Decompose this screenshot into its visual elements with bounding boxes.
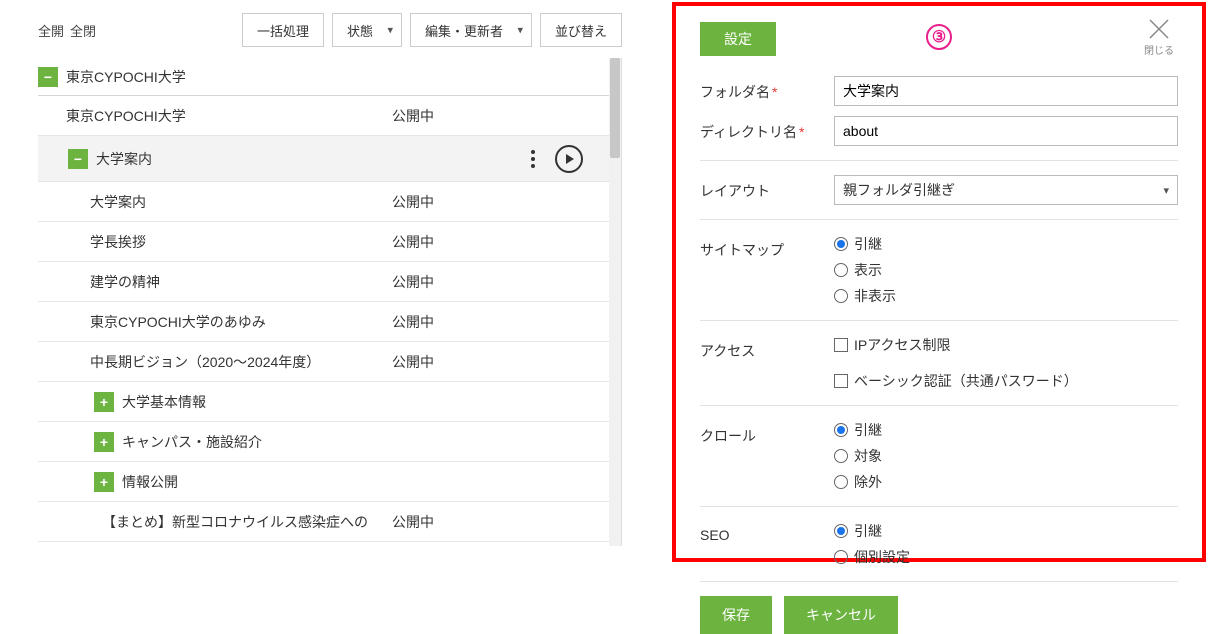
directory-name-label: ディレクトリ名* [700,116,834,142]
tree-item[interactable]: 大学基本情報 [38,382,609,422]
save-button[interactable]: 保存 [700,596,772,634]
tree-item-label: 中長期ビジョン（2020～2024年度） [82,352,320,372]
tree-toolbar: 全開 全閉 一括処理 状態 編集・更新者 並び替え [38,2,622,58]
tree-item-label: 大学案内 [82,192,146,212]
checkbox-icon [834,374,848,388]
status-label: 公開中 [392,352,434,372]
bulk-dropdown[interactable]: 一括処理 [242,13,324,47]
tree-item-label: 東京CYPOCHI大学 [58,106,186,126]
radio-icon [834,237,848,251]
tree-item[interactable]: 【まとめ】新型コロナウイルス感染症への 公開中 [38,502,609,542]
collapse-all[interactable]: 全閉 [70,21,96,40]
page-tree[interactable]: 東京CYPOCHI大学 東京CYPOCHI大学 公開中 大学案内 大学案内 [38,58,621,546]
step-badge: ③ [926,24,952,50]
expand-icon[interactable] [94,472,114,492]
tree-item-label: キャンパス・施設紹介 [114,432,262,452]
radio-icon [834,475,848,489]
more-icon[interactable] [531,150,535,168]
radio-icon [834,263,848,277]
status-label: 公開中 [392,312,434,332]
tree-item[interactable]: 東京CYPOCHI大学 公開中 [38,96,609,136]
tree-pane: 全開 全閉 一括処理 状態 編集・更新者 並び替え 東京CYPOCHI大学 東京… [0,2,642,546]
tree-item[interactable]: 情報公開 [38,462,609,502]
directory-name-input[interactable] [834,116,1178,146]
seo-custom[interactable]: 個別設定 [834,547,1178,567]
status-dropdown[interactable]: 状態 [332,13,402,47]
sitemap-inherit[interactable]: 引継 [834,234,1178,254]
tree-item-label: 東京CYPOCHI大学 [58,67,186,87]
tree-item-label: 建学の精神 [82,272,160,292]
tree-item-label: 情報公開 [114,472,178,492]
expand-icon[interactable] [94,432,114,452]
crawl-label: クロール [700,420,834,446]
collapse-icon[interactable] [68,149,88,169]
access-basic-checkbox[interactable]: ベーシック認証（共通パスワード） [834,371,1178,391]
settings-tab[interactable]: 設定 [700,22,776,56]
radio-icon [834,524,848,538]
scrollbar-track[interactable] [609,58,621,546]
layout-select[interactable]: 親フォルダ引継ぎ [834,175,1178,205]
tree-item-label: 【まとめ】新型コロナウイルス感染症への [94,512,368,532]
crawl-target[interactable]: 対象 [834,446,1178,466]
expand-icon[interactable] [94,392,114,412]
expand-all[interactable]: 全開 [38,21,64,40]
access-ip-checkbox[interactable]: IPアクセス制限 [834,335,1178,355]
tree-item[interactable]: 建学の精神 公開中 [38,262,609,302]
sitemap-label: サイトマップ [700,234,834,260]
status-label: 公開中 [392,106,434,126]
radio-icon [834,449,848,463]
sitemap-show[interactable]: 表示 [834,260,1178,280]
settings-panel: 設定 ③ 閉じる フォルダ名* ディレクトリ名* [672,2,1206,562]
seo-label: SEO [700,521,834,543]
collapse-icon[interactable] [38,67,58,87]
tree-item[interactable]: 中長期ビジョン（2020～2024年度） 公開中 [38,342,609,382]
tree-root[interactable]: 東京CYPOCHI大学 [38,58,609,96]
tree-item[interactable]: 東京CYPOCHI大学のあゆみ 公開中 [38,302,609,342]
tree-item-label: 学長挨拶 [82,232,146,252]
tree-item[interactable]: 学長挨拶 公開中 [38,222,609,262]
crawl-exclude[interactable]: 除外 [834,472,1178,492]
status-label: 公開中 [392,232,434,252]
cancel-button[interactable]: キャンセル [784,596,898,634]
status-label: 公開中 [392,192,434,212]
close-button[interactable]: 閉じる [1144,18,1174,57]
folder-name-label: フォルダ名* [700,76,834,102]
status-label: 公開中 [392,512,434,532]
tree-item[interactable]: 大学案内 公開中 [38,182,609,222]
seo-inherit[interactable]: 引継 [834,521,1178,541]
sort-dropdown[interactable]: 並び替え [540,13,622,47]
radio-icon [834,289,848,303]
tree-item-selected[interactable]: 大学案内 [38,136,609,182]
tree-item[interactable]: キャンパス・施設紹介 [38,422,609,462]
crawl-inherit[interactable]: 引継 [834,420,1178,440]
tree-item-label: 大学案内 [88,149,152,169]
access-label: アクセス [700,335,834,361]
layout-label: レイアウト [700,175,834,201]
editor-dropdown[interactable]: 編集・更新者 [410,13,532,47]
close-label: 閉じる [1144,42,1174,57]
folder-name-input[interactable] [834,76,1178,106]
checkbox-icon [834,338,848,352]
scrollbar-thumb[interactable] [610,58,620,158]
close-icon [1148,18,1170,40]
play-icon[interactable] [555,145,583,173]
tree-item-label: 東京CYPOCHI大学のあゆみ [82,312,266,332]
radio-icon [834,423,848,437]
sitemap-hide[interactable]: 非表示 [834,286,1178,306]
tree-item-label: 大学基本情報 [114,392,206,412]
status-label: 公開中 [392,272,434,292]
radio-icon [834,550,848,564]
